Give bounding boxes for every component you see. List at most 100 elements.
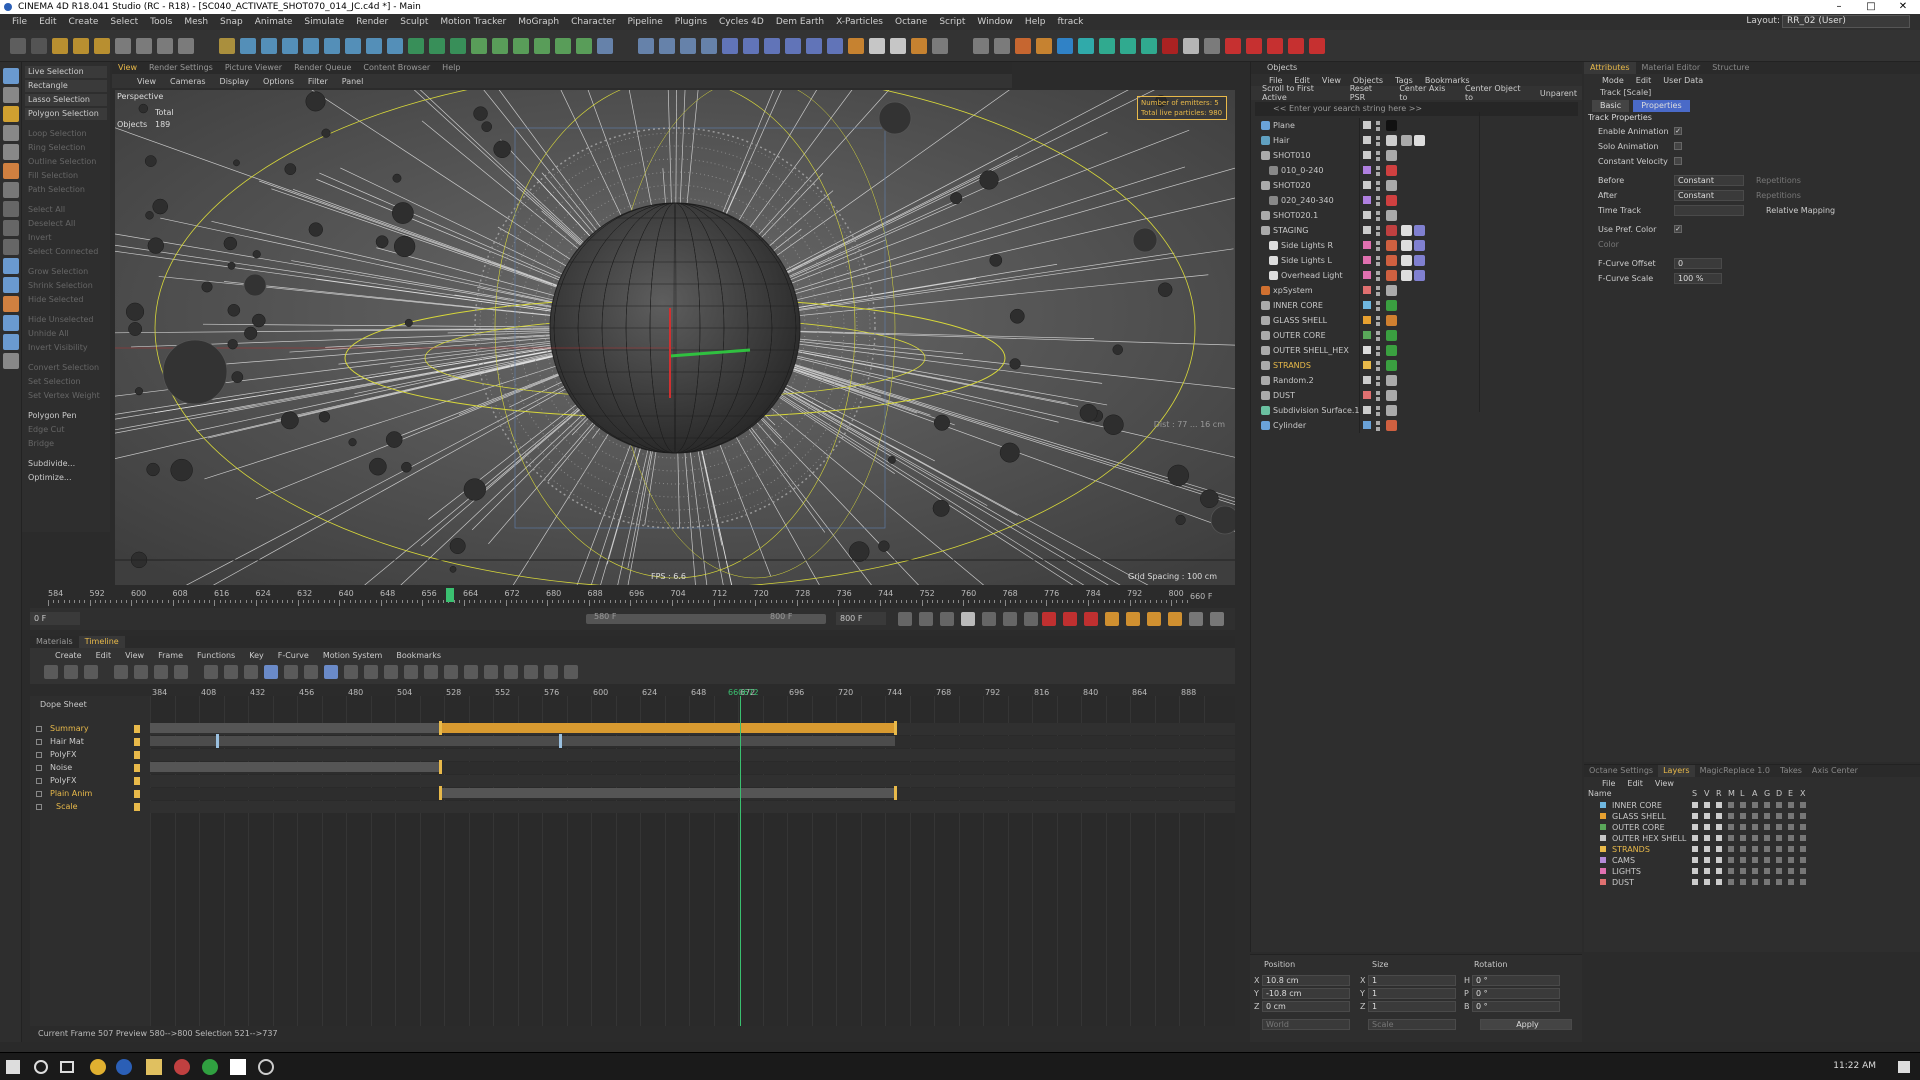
layer-row[interactable]: STRANDS <box>1584 844 1920 855</box>
object-tag-icon[interactable] <box>1386 165 1397 176</box>
layer-toggle-icon[interactable] <box>1800 879 1806 885</box>
object-tag-icon[interactable] <box>1386 390 1397 401</box>
timeline-menu-functions[interactable]: Functions <box>190 651 242 660</box>
file-explorer-icon[interactable] <box>146 1059 162 1075</box>
editor-visibility-dot[interactable] <box>1376 151 1380 155</box>
menu-x-particles[interactable]: X-Particles <box>830 17 889 27</box>
tool-set-vertex-weight[interactable]: Set Vertex Weight <box>25 390 107 402</box>
object-tag-icon[interactable] <box>1386 225 1397 236</box>
layer-toggle-icon[interactable] <box>1704 802 1710 808</box>
menu-sculpt[interactable]: Sculpt <box>394 17 434 27</box>
layer-toggle-icon[interactable] <box>1776 868 1782 874</box>
keyframe[interactable] <box>894 786 897 800</box>
layer-toggle-icon[interactable] <box>1764 846 1770 852</box>
windows-start-icon[interactable] <box>6 1060 20 1074</box>
layers-tab-octane-settings[interactable]: Octane Settings <box>1584 765 1658 777</box>
object-tag-icon[interactable] <box>1386 240 1397 251</box>
object-row[interactable]: OUTER CORE <box>1251 328 1582 343</box>
layers-tab-axis-center[interactable]: Axis Center <box>1807 765 1863 777</box>
object-tag-icon[interactable] <box>1386 135 1397 146</box>
track-expand-icon[interactable] <box>36 739 42 745</box>
editor-visibility-dot[interactable] <box>1376 391 1380 395</box>
object-tag-icon-3[interactable] <box>1414 270 1425 281</box>
left-tool-2-icon[interactable] <box>3 106 19 122</box>
layer-toggle-icon[interactable] <box>1740 868 1746 874</box>
tool-invert-visibility[interactable]: Invert Visibility <box>25 342 107 354</box>
object-row[interactable]: Side Lights L <box>1251 253 1582 268</box>
layer-toggle-icon[interactable] <box>1776 813 1782 819</box>
object-tag-icon[interactable] <box>1386 150 1397 161</box>
tool-fill-selection[interactable]: Fill Selection <box>25 170 107 182</box>
layer-toggle-icon[interactable] <box>1692 802 1698 808</box>
object-row[interactable]: 010_0-240 <box>1251 163 1582 178</box>
render-visibility-dot[interactable] <box>1376 172 1380 176</box>
playhead-marker[interactable] <box>446 588 454 602</box>
layer-color-swatch[interactable] <box>1600 846 1606 852</box>
left-tool-3-icon[interactable] <box>3 125 19 141</box>
track-expand-icon[interactable] <box>36 726 42 732</box>
left-tool-5-icon[interactable] <box>3 163 19 179</box>
layer-toggle-icon[interactable] <box>1704 857 1710 863</box>
render-visibility-dot[interactable] <box>1376 382 1380 386</box>
track-expand-icon[interactable] <box>36 791 42 797</box>
toolbar-tool-23-icon[interactable] <box>513 38 529 54</box>
object-tag-icon[interactable] <box>1386 300 1397 311</box>
object-tag-icon[interactable] <box>1386 210 1397 221</box>
layer-name[interactable]: CAMS <box>1612 855 1635 866</box>
hair-tag-icon[interactable] <box>1414 135 1425 146</box>
object-tag-icon[interactable] <box>1386 285 1397 296</box>
spline-icon[interactable] <box>261 38 277 54</box>
layer-toggle-icon[interactable] <box>1800 813 1806 819</box>
toolbar-tool-44-icon[interactable] <box>994 38 1010 54</box>
menu-animate[interactable]: Animate <box>249 17 299 27</box>
layer-color-swatch[interactable] <box>1363 151 1371 159</box>
layer-toggle-icon[interactable] <box>1728 835 1734 841</box>
layer-color-swatch[interactable] <box>1363 406 1371 414</box>
object-tag-icon-2[interactable] <box>1401 240 1412 251</box>
layer-toggle-icon[interactable] <box>1692 857 1698 863</box>
layer-toggle-icon[interactable] <box>1704 824 1710 830</box>
layers-menu-file[interactable]: File <box>1596 779 1621 788</box>
object-name[interactable]: xpSystem <box>1273 283 1313 298</box>
objects-btn-center-object-to[interactable]: Center Object to <box>1460 84 1535 102</box>
minimize-button[interactable]: – <box>1824 0 1854 14</box>
track-polyfx[interactable]: PolyFX <box>50 750 76 759</box>
solo-animation-checkbox[interactable] <box>1674 142 1682 150</box>
layer-toggle-icon[interactable] <box>1752 857 1758 863</box>
track-expand-icon[interactable] <box>36 752 42 758</box>
app-icon[interactable] <box>174 1059 190 1075</box>
toolbar-tool-32-icon[interactable] <box>722 38 738 54</box>
viewport-tab-view[interactable]: View <box>112 62 143 74</box>
layer-toggle-icon[interactable] <box>1716 813 1722 819</box>
menu-simulate[interactable]: Simulate <box>298 17 350 27</box>
timeline-tool-21-icon[interactable] <box>484 665 498 679</box>
object-name[interactable]: OUTER SHELL_HEX <box>1273 343 1349 358</box>
layer-color-swatch[interactable] <box>1363 391 1371 399</box>
editor-visibility-dot[interactable] <box>1376 421 1380 425</box>
time-track-field[interactable] <box>1674 205 1744 216</box>
timeline-tool-2-icon[interactable] <box>84 665 98 679</box>
layer-toggle-icon[interactable] <box>1800 857 1806 863</box>
timeline-menu-create[interactable]: Create <box>48 651 89 660</box>
coord-system-select[interactable]: World <box>1262 1019 1350 1030</box>
viewport-menu-view[interactable]: View <box>130 77 163 86</box>
object-name[interactable]: Plane <box>1273 118 1295 133</box>
toolbar-tool-18-icon[interactable] <box>408 38 424 54</box>
tool-hide-unselected[interactable]: Hide Unselected <box>25 314 107 326</box>
layer-toggle-icon[interactable] <box>1716 857 1722 863</box>
end-frame-field[interactable]: 800 F <box>836 612 886 625</box>
layer-color-swatch[interactable] <box>1363 301 1371 309</box>
keyframe[interactable] <box>439 786 442 800</box>
layer-toggle-icon[interactable] <box>1800 835 1806 841</box>
menu-dem-earth[interactable]: Dem Earth <box>770 17 830 27</box>
y-position-field[interactable]: -10.8 cm <box>1262 988 1350 999</box>
menu-render[interactable]: Render <box>350 17 394 27</box>
render-visibility-dot[interactable] <box>1376 307 1380 311</box>
layer-color-swatch[interactable] <box>1363 181 1371 189</box>
timeline-menu-view[interactable]: View <box>118 651 151 660</box>
layer-toggle-icon[interactable] <box>1764 802 1770 808</box>
menu-file[interactable]: File <box>6 17 33 27</box>
layer-toggle-icon[interactable] <box>1704 835 1710 841</box>
toolbar-tool-56-icon[interactable] <box>1246 38 1262 54</box>
editor-visibility-dot[interactable] <box>1376 256 1380 260</box>
